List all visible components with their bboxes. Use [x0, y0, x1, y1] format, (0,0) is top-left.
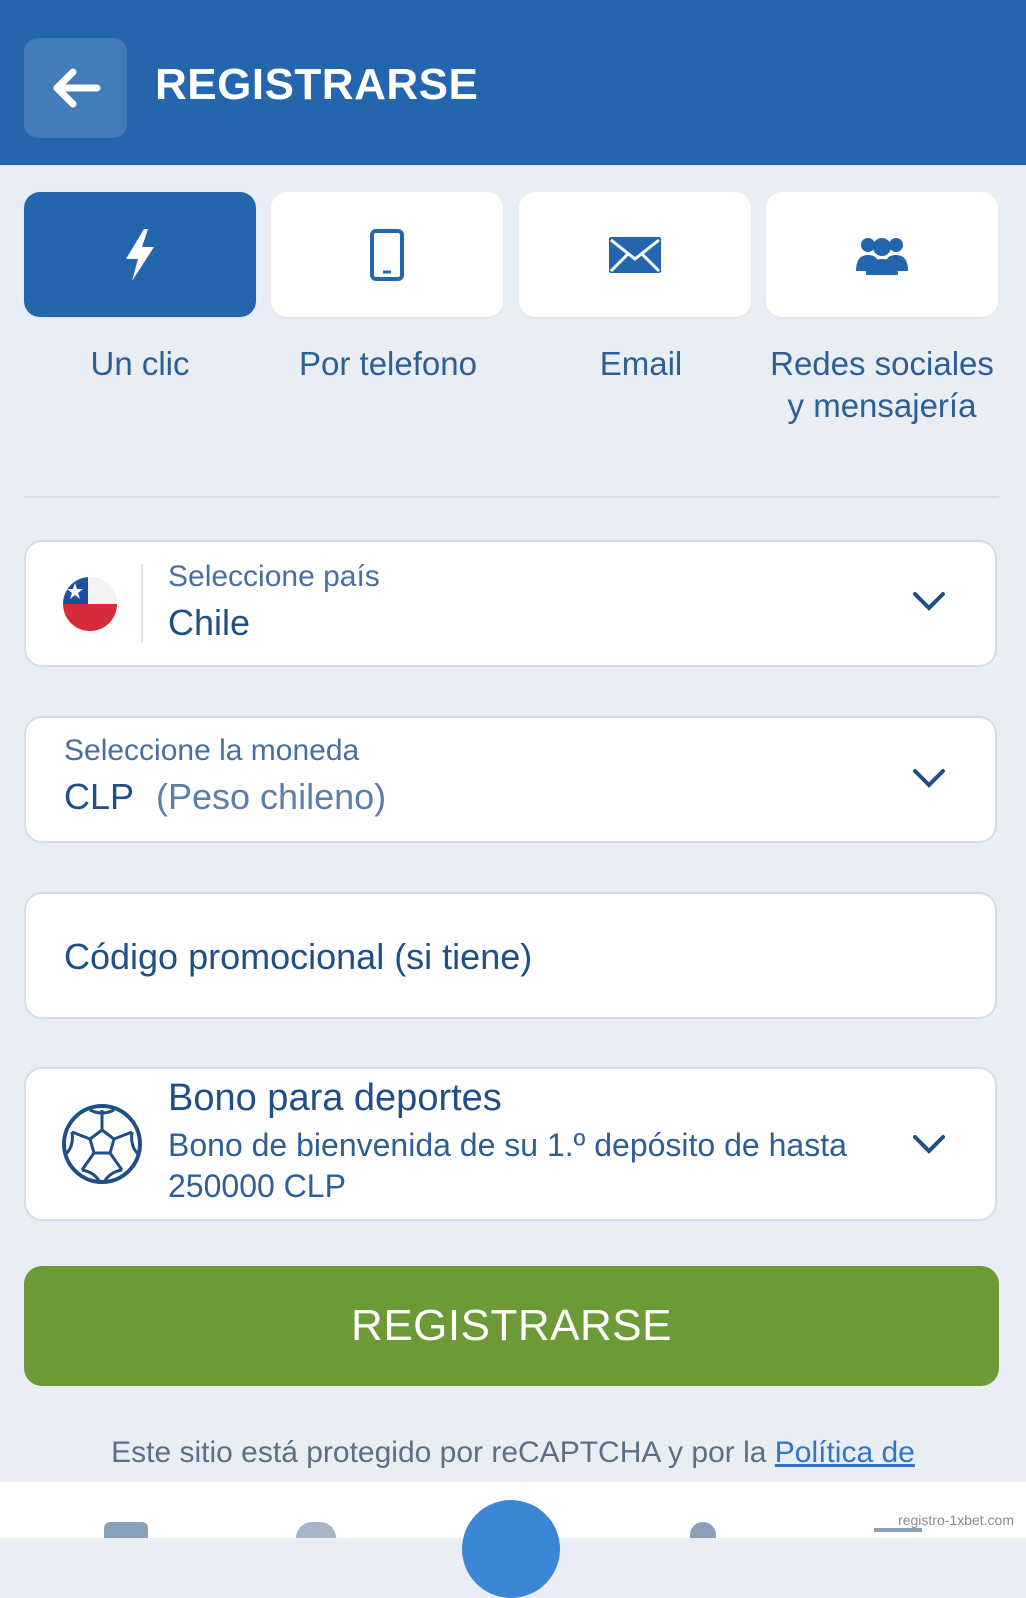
promo-placeholder: Código promocional (si tiene) — [64, 936, 533, 977]
tab-phone[interactable] — [271, 192, 503, 317]
watermark: registro-1xbet.com — [898, 1512, 1014, 1528]
country-label: Seleccione país — [168, 560, 380, 593]
nav-item-icon[interactable] — [874, 1528, 922, 1532]
flag-separator — [141, 564, 143, 642]
back-button[interactable] — [24, 38, 127, 138]
tab-one-click[interactable] — [24, 192, 256, 317]
arrow-left-icon — [53, 68, 100, 108]
country-select[interactable]: Seleccione país Chile — [24, 540, 997, 667]
envelope-icon — [609, 236, 661, 273]
tab-label-phone: Por telefono — [299, 345, 477, 382]
chevron-down-icon — [913, 592, 945, 611]
currency-label: Seleccione la moneda — [64, 734, 360, 767]
app-header: REGISTRARSE — [0, 0, 1026, 165]
people-icon — [856, 237, 908, 275]
nav-item-icon[interactable] — [104, 1522, 148, 1538]
chile-flag-icon — [63, 577, 117, 631]
currency-code: CLP — [64, 776, 135, 817]
tab-email[interactable] — [519, 192, 751, 317]
bonus-title: Bono para deportes — [168, 1077, 502, 1119]
tab-label-social: Redes sociales y mensajería — [770, 345, 994, 424]
phone-icon — [370, 228, 404, 281]
register-button[interactable]: REGISTRARSE — [24, 1266, 999, 1386]
recaptcha-text: Este sitio está protegido por reCAPTCHA … — [111, 1436, 767, 1469]
soccer-ball-icon — [62, 1104, 142, 1184]
bonus-select[interactable]: Bono para deportes Bono de bienvenida de… — [24, 1067, 997, 1221]
page-title: REGISTRARSE — [155, 60, 479, 109]
currency-select[interactable]: Seleccione la moneda CLP (Peso chileno) — [24, 716, 997, 843]
chevron-down-icon — [913, 769, 945, 788]
chevron-down-icon — [913, 1135, 945, 1154]
country-value: Chile — [168, 602, 251, 643]
promo-code-input[interactable]: Código promocional (si tiene) — [24, 892, 997, 1019]
divider — [24, 496, 999, 498]
nav-item-icon[interactable] — [690, 1522, 716, 1538]
recaptcha-notice: Este sitio está protegido por reCAPTCHA … — [0, 1436, 1026, 1470]
tab-social[interactable] — [766, 192, 998, 317]
nav-item-icon[interactable] — [296, 1522, 336, 1538]
registration-tabs — [24, 192, 999, 317]
tab-label-email: Email — [599, 345, 683, 382]
lightning-icon — [126, 228, 154, 281]
bottom-navigation: registro-1xbet.com — [0, 1482, 1026, 1598]
bonus-description: Bono de bienvenida de su 1.º depósito de… — [168, 1127, 847, 1204]
privacy-policy-link[interactable]: Política de — [775, 1436, 915, 1469]
currency-name: (Peso chileno) — [156, 776, 387, 817]
nav-center-button[interactable] — [462, 1500, 560, 1598]
tab-label-one-click: Un clic — [90, 345, 190, 382]
